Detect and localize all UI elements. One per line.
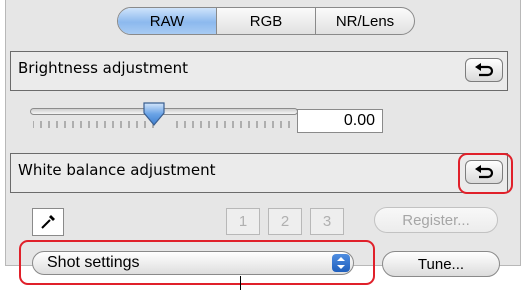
- select-highlight: [19, 240, 375, 285]
- custom-wb-slot-1[interactable]: 1: [226, 208, 260, 235]
- caret-line: [240, 276, 241, 290]
- tune-button[interactable]: Tune...: [382, 251, 500, 277]
- white-balance-adjustment-title: White balance adjustment: [18, 161, 216, 179]
- reset-button-highlight: [458, 153, 513, 194]
- tool-palette-tabs: RAW RGB NR/Lens: [117, 7, 415, 35]
- eyedropper-icon: [41, 215, 55, 229]
- tab-nr-lens[interactable]: NR/Lens: [315, 8, 414, 34]
- undo-arrow-icon: [475, 63, 494, 77]
- brightness-slider-thumb[interactable]: [141, 101, 167, 127]
- white-balance-adjustment-group: White balance adjustment: [10, 153, 508, 193]
- brightness-value-field[interactable]: 0.00: [297, 109, 383, 133]
- brightness-adjustment-group: Brightness adjustment: [10, 51, 508, 91]
- custom-wb-slot-2[interactable]: 2: [268, 208, 302, 235]
- tab-rgb[interactable]: RGB: [216, 8, 315, 34]
- custom-wb-slot-3[interactable]: 3: [310, 208, 344, 235]
- register-button[interactable]: Register...: [374, 207, 498, 233]
- tab-raw[interactable]: RAW: [118, 8, 216, 34]
- eyedropper-button[interactable]: [32, 208, 64, 236]
- brightness-adjustment-title: Brightness adjustment: [18, 59, 188, 77]
- brightness-reset-button[interactable]: [465, 58, 503, 82]
